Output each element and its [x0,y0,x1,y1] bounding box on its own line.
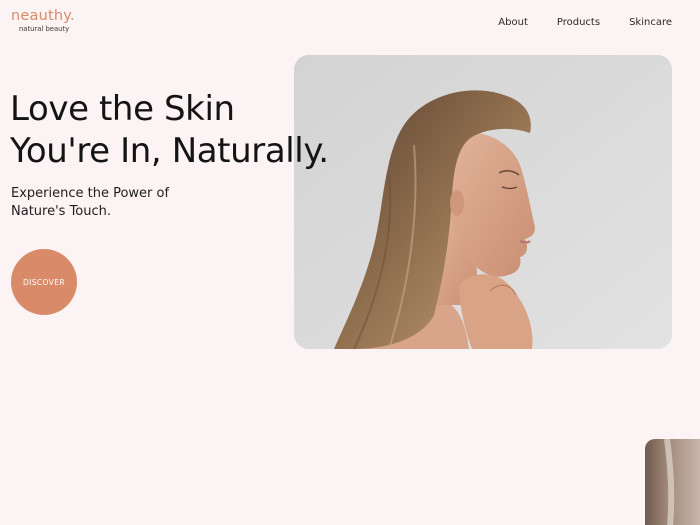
hero-image [294,55,672,349]
discover-button[interactable]: DISCOVER [11,249,77,315]
page: neauthy. natural beauty About Products S… [0,0,700,525]
woman-portrait-image [294,55,672,349]
nav-item-about[interactable]: About [498,16,528,29]
product-image-card [645,439,700,525]
nav-item-products[interactable]: Products [557,16,600,29]
hero-headline: Love the Skin You're In, Naturally. [10,88,329,172]
hero-subheading: Experience the Power of Nature's Touch. [11,185,169,221]
nav-item-skincare[interactable]: Skincare [629,16,672,29]
brand-tagline: natural beauty [19,25,70,33]
brand-name: neauthy. [11,8,75,24]
brand-logo[interactable]: neauthy. natural beauty [11,8,91,33]
hero-subheading-line-1: Experience the Power of [11,186,170,201]
hero-headline-line-1: Love the Skin [10,89,235,129]
hero-headline-line-2: You're In, Naturally. [10,131,329,171]
main-nav: About Products Skincare [498,16,672,29]
hero-subheading-line-2: Nature's Touch. [11,204,112,219]
product-image [645,439,700,525]
